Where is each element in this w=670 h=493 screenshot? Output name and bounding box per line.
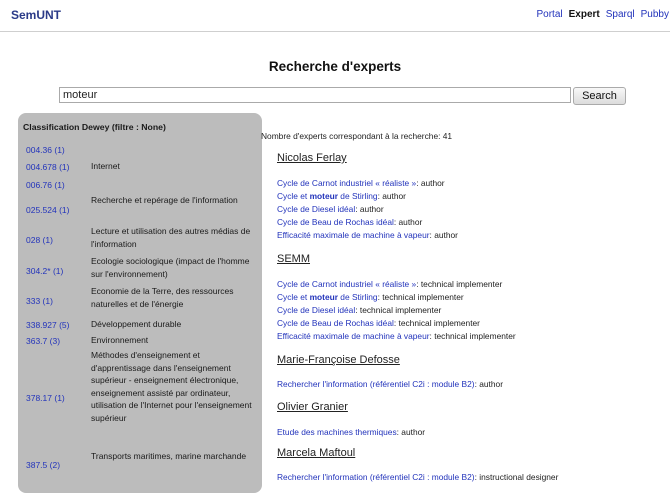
dewey-code-link[interactable]: 387.5 (2) [26, 460, 60, 470]
resource-link[interactable]: Cycle de Carnot industriel « réaliste » [277, 178, 416, 188]
dewey-code-link[interactable]: 378.17 (1) [26, 393, 65, 403]
expert-name-link[interactable]: Olivier Granier [277, 401, 348, 413]
dewey-code-link[interactable]: 028 (1) [26, 235, 53, 245]
dewey-code-link[interactable]: 004.678 (1) [26, 162, 69, 172]
resource-link[interactable]: Cycle de Carnot industriel « réaliste » [277, 279, 416, 289]
dewey-code-link[interactable]: 363.7 (3) [26, 336, 60, 346]
search-input[interactable] [59, 87, 571, 103]
dewey-label: Internet [91, 161, 120, 171]
expert-name-link[interactable]: Nicolas Ferlay [277, 152, 347, 164]
dewey-code-link[interactable]: 304.2* (1) [26, 266, 63, 276]
nav-expert[interactable]: Expert [569, 9, 600, 20]
resource-entry: Cycle de Beau de Rochas idéal: technical… [277, 318, 480, 328]
dewey-label: Lecture et utilisation des autres médias… [91, 226, 251, 249]
dewey-code-link[interactable]: 004.36 (1) [26, 145, 65, 155]
dewey-label: Recherche et repérage de l'information [91, 195, 238, 205]
dewey-label: Transports maritimes, marine marchande [91, 451, 247, 461]
resource-entry: Efficacité maximale de machine à vapeur:… [277, 230, 458, 240]
resource-link[interactable]: Cycle de Diesel idéal [277, 305, 355, 315]
dewey-code-link[interactable]: 338.927 (5) [26, 320, 69, 330]
resource-link[interactable]: Etude des machines thermiques [277, 427, 397, 437]
sidebar-title: Classification Dewey (filtre : None) [23, 122, 166, 132]
nav-sparql[interactable]: Sparql [606, 9, 635, 20]
resource-link[interactable]: Rechercher l'information (référentiel C2… [277, 472, 475, 482]
dewey-label: Méthodes d'enseignement et d'apprentissa… [91, 350, 252, 423]
expert-name-link[interactable]: SEMM [277, 253, 310, 265]
top-nav: Portal Expert Sparql Pubby [530, 9, 669, 20]
search-button[interactable]: Search [573, 87, 626, 105]
resource-link[interactable]: Efficacité maximale de machine à vapeur [277, 230, 430, 240]
site-logo[interactable]: SemUNT [11, 8, 61, 22]
resource-link[interactable]: Cycle de Beau de Rochas idéal [277, 318, 394, 328]
nav-portal[interactable]: Portal [536, 9, 562, 20]
resource-entry: Cycle de Beau de Rochas idéal: author [277, 217, 423, 227]
resource-entry: Cycle et moteur de Stirling: technical i… [277, 292, 464, 302]
dewey-classification-panel: Classification Dewey (filtre : None) 004… [18, 113, 262, 493]
resource-entry: Cycle de Diesel idéal: technical impleme… [277, 305, 442, 315]
resource-entry: Etude des machines thermiques: author [277, 427, 426, 437]
resource-entry: Cycle et moteur de Stirling: author [277, 191, 406, 201]
resource-link[interactable]: Rechercher l'information (référentiel C2… [277, 379, 475, 389]
dewey-label: Environnement [91, 335, 149, 345]
dewey-code-link[interactable]: 025.524 (1) [26, 205, 69, 215]
resource-link[interactable]: Cycle et moteur de Stirling [277, 292, 378, 302]
resource-entry: Efficacité maximale de machine à vapeur:… [277, 331, 516, 341]
nav-pubby[interactable]: Pubby [641, 9, 669, 20]
resource-link[interactable]: Cycle et moteur de Stirling [277, 191, 378, 201]
expert-name-link[interactable]: Marie-Françoise Defosse [277, 354, 400, 366]
resource-entry: Rechercher l'information (référentiel C2… [277, 379, 503, 389]
resource-entry: Rechercher l'information (référentiel C2… [277, 472, 559, 482]
resource-link[interactable]: Cycle de Beau de Rochas idéal [277, 217, 394, 227]
top-bar: SemUNT Portal Expert Sparql Pubby [0, 0, 670, 32]
dewey-code-link[interactable]: 006.76 (1) [26, 180, 65, 190]
resource-link[interactable]: Cycle de Diesel idéal [277, 204, 355, 214]
page-title: Recherche d'experts [268, 59, 402, 74]
resource-entry: Cycle de Diesel idéal: author [277, 204, 384, 214]
dewey-label: Economie de la Terre, des ressources nat… [91, 286, 234, 309]
result-count: Nombre d'experts correspondant à la rech… [261, 131, 453, 141]
resource-entry: Cycle de Carnot industriel « réaliste »:… [277, 279, 503, 289]
expert-name-link[interactable]: Marcela Maftoul [277, 447, 355, 459]
resource-entry: Cycle de Carnot industriel « réaliste »:… [277, 178, 445, 188]
dewey-label: Développement durable [91, 319, 182, 329]
dewey-label: Ecologie sociologique (impact de l'homme… [91, 256, 250, 279]
dewey-code-link[interactable]: 333 (1) [26, 296, 53, 306]
resource-link[interactable]: Efficacité maximale de machine à vapeur [277, 331, 430, 341]
